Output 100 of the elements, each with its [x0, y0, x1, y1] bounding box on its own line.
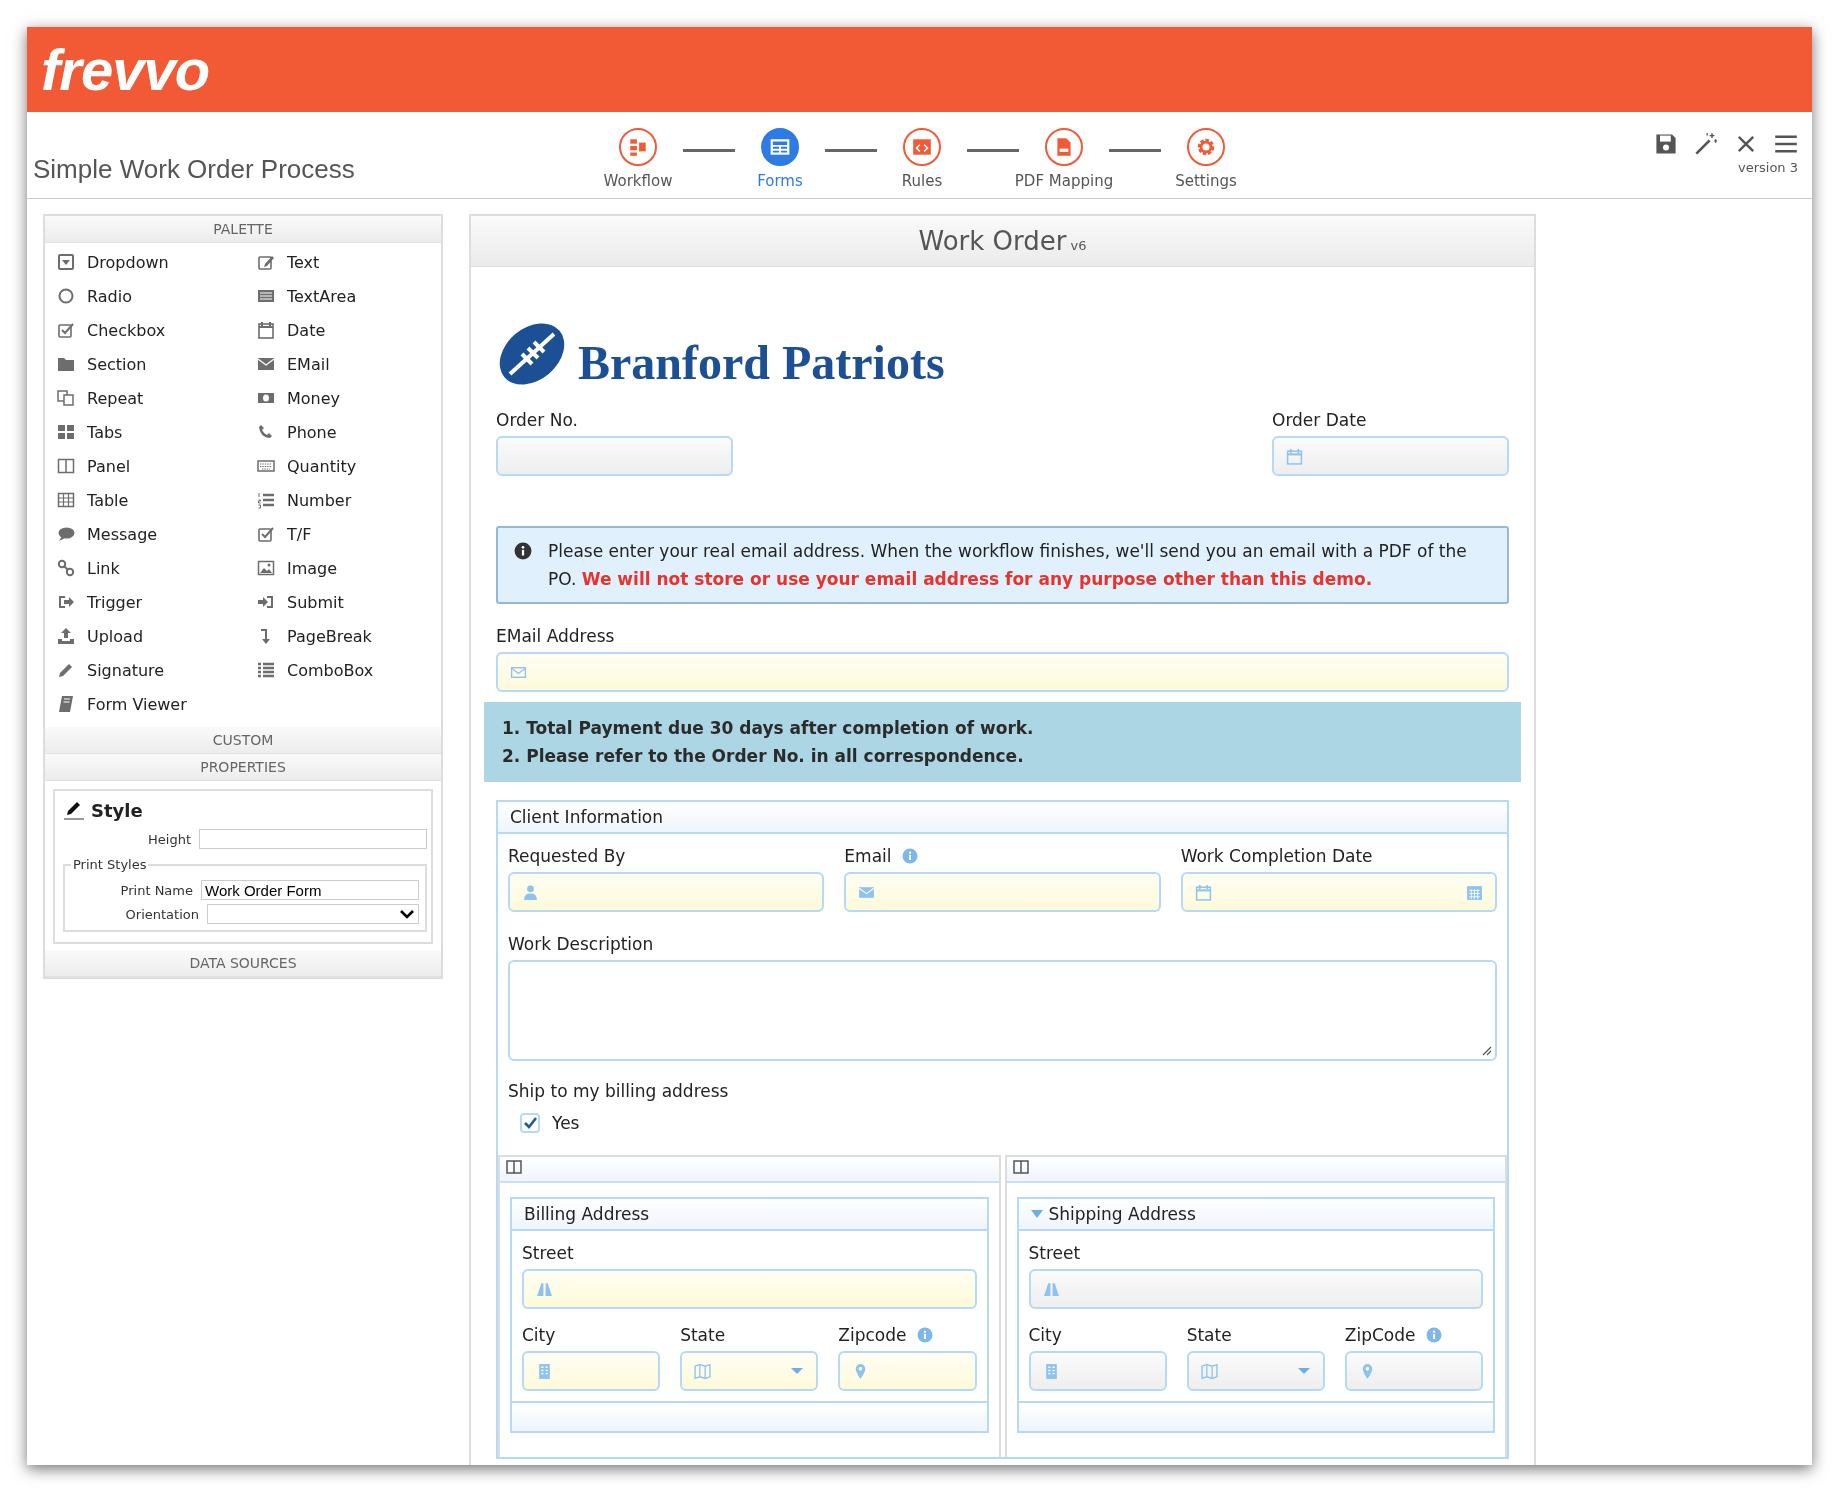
- palette-item[interactable]: Date: [257, 313, 447, 347]
- input-field[interactable]: [838, 1351, 977, 1391]
- palette-item[interactable]: Repeat: [57, 381, 257, 415]
- palette-item-label: Link: [87, 558, 120, 578]
- palette-item-label: Form Viewer: [87, 694, 187, 714]
- section-title: Client Information: [510, 807, 664, 827]
- field-label: City: [1028, 1325, 1062, 1345]
- palette-item-label: Upload: [87, 626, 144, 646]
- custom-header[interactable]: CUSTOM: [45, 727, 441, 754]
- form-version: v6: [1070, 238, 1087, 253]
- calendar-icon: [257, 321, 275, 339]
- circle-icon: [57, 287, 75, 305]
- info-icon[interactable]: [916, 1327, 933, 1343]
- print-name-field[interactable]: Work Order Form: [201, 880, 419, 900]
- workflow-step[interactable]: Rules: [877, 128, 967, 190]
- palette-item-label: Submit: [287, 592, 344, 612]
- building-icon: [536, 1362, 553, 1380]
- workflow-step[interactable]: Settings: [1161, 128, 1251, 190]
- input-field[interactable]: [496, 652, 1509, 692]
- workflow-step[interactable]: Forms: [735, 128, 825, 190]
- checkbox-icon: [57, 321, 75, 339]
- data-sources-header[interactable]: DATA SOURCES: [45, 950, 441, 977]
- palette-item[interactable]: EMail: [257, 347, 447, 381]
- resize-grip-icon[interactable]: [1480, 1044, 1492, 1056]
- form-icon: [769, 136, 791, 158]
- palette-item[interactable]: Text: [257, 245, 447, 279]
- palette-item[interactable]: Money: [257, 381, 447, 415]
- list-icon: [257, 661, 275, 679]
- input-field[interactable]: [1028, 1351, 1167, 1391]
- section-title: Shipping Address: [1048, 1204, 1196, 1224]
- input-field[interactable]: [496, 436, 733, 476]
- save-icon[interactable]: [1654, 132, 1678, 156]
- palette-header[interactable]: PALETTE: [45, 216, 441, 243]
- palette-item[interactable]: PageBreak: [257, 619, 447, 653]
- input-field[interactable]: [522, 1351, 661, 1391]
- palette-item[interactable]: Section: [57, 347, 257, 381]
- calendar-picker-icon[interactable]: [1466, 883, 1483, 901]
- columns-icon[interactable]: [1012, 1160, 1029, 1174]
- field-label: State: [1186, 1325, 1232, 1345]
- input-field[interactable]: [1028, 1269, 1483, 1309]
- input-field[interactable]: [1272, 436, 1509, 476]
- image-icon: [257, 559, 275, 577]
- palette-item-label: Trigger: [87, 592, 143, 612]
- palette-item[interactable]: Radio: [57, 279, 257, 313]
- palette-item[interactable]: Upload: [57, 619, 257, 653]
- palette-item-label: PageBreak: [287, 626, 372, 646]
- dropdown-caret-icon[interactable]: [790, 1367, 805, 1375]
- height-field[interactable]: [199, 829, 427, 849]
- workflow-icon: [627, 136, 649, 158]
- columns-icon[interactable]: [506, 1160, 522, 1174]
- palette-item[interactable]: TextArea: [257, 279, 447, 313]
- person-icon: [522, 883, 539, 901]
- palette-item[interactable]: Tabs: [57, 415, 257, 449]
- process-title: Simple Work Order Process: [32, 154, 356, 186]
- field-label: Street: [1028, 1243, 1082, 1263]
- input-field[interactable]: [522, 1269, 977, 1309]
- orientation-dropdown[interactable]: [207, 904, 419, 924]
- dropdown-caret-icon[interactable]: [1296, 1367, 1311, 1375]
- upload-icon: [57, 627, 75, 645]
- magic-wand-icon[interactable]: [1694, 132, 1718, 156]
- menu-icon[interactable]: [1774, 132, 1798, 156]
- calendar-icon: [1286, 447, 1303, 465]
- input-field[interactable]: [508, 872, 825, 912]
- palette-item[interactable]: Table: [57, 483, 257, 517]
- gear-icon: [1195, 136, 1217, 158]
- palette-item[interactable]: Phone: [257, 415, 447, 449]
- input-field[interactable]: [1180, 872, 1497, 912]
- properties-header[interactable]: PROPERTIES: [45, 754, 441, 781]
- info-icon[interactable]: [1425, 1327, 1442, 1343]
- palette-item[interactable]: Submit: [257, 585, 447, 619]
- palette-item-label: Table: [87, 490, 129, 510]
- grid-icon: [57, 423, 75, 441]
- palette-item[interactable]: T/F: [257, 517, 447, 551]
- palette-item-label: Checkbox: [87, 320, 166, 340]
- columns-icon: [57, 457, 75, 475]
- input-field[interactable]: [1186, 1351, 1325, 1391]
- palette-item[interactable]: Quantity: [257, 449, 447, 483]
- palette-item[interactable]: Form Viewer: [57, 687, 257, 721]
- palette-item[interactable]: Dropdown: [57, 245, 257, 279]
- palette-item[interactable]: ComboBox: [257, 653, 447, 687]
- workflow-step[interactable]: Workflow: [593, 128, 683, 190]
- field-label: Email: [844, 846, 892, 866]
- palette-item[interactable]: Checkbox: [57, 313, 257, 347]
- info-icon[interactable]: [901, 848, 918, 864]
- textarea-icon: [257, 287, 275, 305]
- palette-item[interactable]: Trigger: [57, 585, 257, 619]
- palette-item[interactable]: Panel: [57, 449, 257, 483]
- palette-item-label: Panel: [87, 456, 131, 476]
- checkbox[interactable]: [520, 1113, 540, 1133]
- input-field[interactable]: [680, 1351, 819, 1391]
- palette-item[interactable]: Image: [257, 551, 447, 585]
- palette-item[interactable]: Message: [57, 517, 257, 551]
- collapse-caret-icon[interactable]: [1030, 1210, 1043, 1218]
- phone-icon: [257, 423, 275, 441]
- palette-item[interactable]: Signature: [57, 653, 257, 687]
- palette-item[interactable]: Link: [57, 551, 257, 585]
- input-field[interactable]: [1344, 1351, 1483, 1391]
- print-styles-legend: Print Styles: [71, 857, 149, 872]
- palette-item[interactable]: Number: [257, 483, 447, 517]
- input-field[interactable]: [844, 872, 1161, 912]
